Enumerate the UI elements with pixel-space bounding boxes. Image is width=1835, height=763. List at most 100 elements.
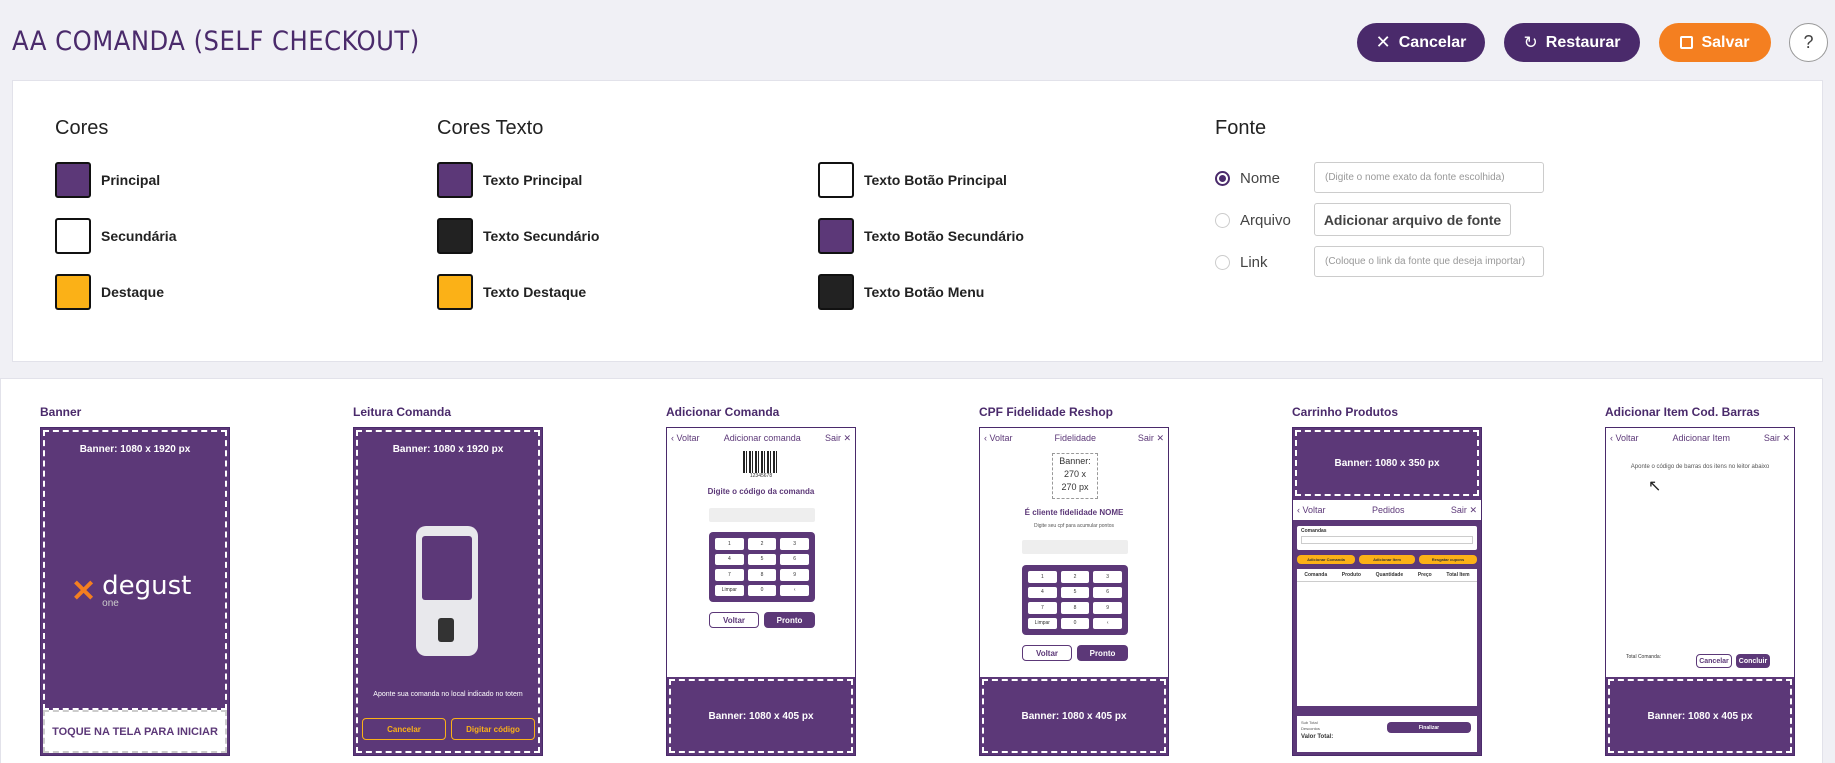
font-option-arquivo[interactable]: Arquivo <box>1215 212 1291 229</box>
prompt-text: Digite o código da comanda <box>707 487 815 496</box>
radio-label: Arquivo <box>1240 212 1291 229</box>
degust-logo: ✕ degust one <box>71 573 191 609</box>
font-option-link[interactable]: Link <box>1215 254 1268 271</box>
color-swatch[interactable] <box>55 274 91 310</box>
color-destaque[interactable]: Destaque <box>55 274 164 310</box>
logo-text: degust <box>102 571 192 601</box>
back-link[interactable]: ‹ Voltar <box>1610 433 1639 443</box>
back-button[interactable]: Voltar <box>709 612 759 628</box>
color-label: Destaque <box>101 284 165 300</box>
text-color-btn-principal[interactable]: Texto Botão Principal <box>818 162 1007 198</box>
screen-title: Fidelidade <box>1054 433 1096 443</box>
preview-banner[interactable]: Banner: 1080 x 1920 px ✕ degust one TOQU… <box>40 427 230 756</box>
color-swatch[interactable] <box>437 274 473 310</box>
save-button-label: Salvar <box>1701 33 1750 51</box>
banner-size-text: Banner: 1080 x 1920 px <box>392 444 504 455</box>
back-button[interactable]: Voltar <box>1022 645 1072 661</box>
radio-button[interactable] <box>1215 255 1230 270</box>
kiosk-screen <box>422 536 472 600</box>
preview-codbarras[interactable]: ‹ Voltar Adicionar Item Sair ✕ Aponte o … <box>1605 427 1795 756</box>
text-colors-title: Cores Texto <box>437 117 544 139</box>
banner-size-text: Banner: 1080 x 405 px <box>1021 710 1127 722</box>
add-item-button[interactable]: Adicionar Item <box>1359 555 1415 564</box>
font-link-input[interactable]: (Coloque o link da fonte que deseja impo… <box>1314 246 1544 277</box>
logo-mark-icon: ✕ <box>71 574 97 608</box>
col-header: Comanda <box>1304 572 1328 578</box>
preview-label-cpf: CPF Fidelidade Reshop <box>979 405 1114 419</box>
refresh-icon: ↻ <box>1523 32 1538 52</box>
add-comanda-button[interactable]: Adicionar Comanda <box>1297 555 1355 564</box>
cancel-button[interactable]: Cancelar <box>1696 654 1732 668</box>
finish-button[interactable]: Finalizar <box>1387 722 1471 733</box>
ready-button[interactable]: Pronto <box>1077 645 1128 661</box>
screen-header: ‹ Voltar Adicionar comanda Sair ✕ <box>667 428 855 448</box>
exit-link[interactable]: Sair ✕ <box>1451 505 1477 516</box>
barcode-number: 12345678 <box>749 473 773 479</box>
color-swatch[interactable] <box>55 162 91 198</box>
back-link[interactable]: ‹ Voltar <box>1297 505 1326 515</box>
preview-label-leitura: Leitura Comanda <box>353 405 452 419</box>
numpad[interactable]: 1 2 3 4 5 6 7 8 9 Limpar 0 ‹ <box>709 532 815 602</box>
numpad[interactable]: 1 2 3 4 5 6 7 8 9 Limpar 0 ‹ <box>1022 565 1128 635</box>
color-swatch[interactable] <box>818 218 854 254</box>
add-font-file-button[interactable]: Adicionar arquivo de fonte <box>1314 203 1511 236</box>
cancel-button[interactable]: Cancelar <box>362 718 446 740</box>
exit-link[interactable]: Sair ✕ <box>1138 433 1164 444</box>
color-swatch[interactable] <box>818 162 854 198</box>
preview-label-codbarras: Adicionar Item Cod. Barras <box>1605 405 1760 419</box>
font-option-nome[interactable]: Nome <box>1215 170 1280 187</box>
back-link[interactable]: ‹ Voltar <box>984 433 1013 443</box>
color-principal[interactable]: Principal <box>55 162 160 198</box>
text-color-principal[interactable]: Texto Principal <box>437 162 582 198</box>
preview-adicionar-comanda[interactable]: ‹ Voltar Adicionar comanda Sair ✕ 123456… <box>666 427 856 756</box>
comandas-scroll[interactable] <box>1301 536 1473 544</box>
text-color-btn-secundario[interactable]: Texto Botão Secundário <box>818 218 1024 254</box>
ready-button[interactable]: Pronto <box>764 612 815 628</box>
font-name-input[interactable]: (Digite o nome exato da fonte escolhida) <box>1314 162 1544 193</box>
redeem-button[interactable]: Resgatar cupons <box>1419 555 1477 564</box>
totals-box: Sub Total Descontos Valor Total: Finaliz… <box>1297 716 1477 752</box>
loyalty-question: É cliente fidelidade NOME <box>1024 508 1124 517</box>
color-swatch[interactable] <box>55 218 91 254</box>
start-touch-bar: TOQUE NA TELA PARA INICIAR <box>43 710 227 753</box>
comandas-box: Comandas <box>1297 526 1477 550</box>
color-secundaria[interactable]: Secundária <box>55 218 176 254</box>
radio-button[interactable] <box>1215 213 1230 228</box>
preview-carrinho-produtos[interactable]: Banner: 1080 x 350 px ‹ Voltar Pedidos S… <box>1292 427 1482 756</box>
banner-bottom: Banner: 1080 x 405 px <box>980 677 1168 755</box>
start-touch-text: TOQUE NA TELA PARA INICIAR <box>52 725 218 738</box>
font-title: Fonte <box>1215 117 1267 139</box>
color-swatch[interactable] <box>818 274 854 310</box>
color-label: Texto Botão Principal <box>864 172 1007 188</box>
cancel-button[interactable]: ✕ Cancelar <box>1357 23 1485 62</box>
type-code-button[interactable]: Digitar código <box>451 718 535 740</box>
text-color-btn-menu[interactable]: Texto Botão Menu <box>818 274 984 310</box>
exit-link[interactable]: Sair ✕ <box>1764 433 1790 444</box>
col-header: Preço <box>1417 572 1432 578</box>
code-input[interactable] <box>709 508 815 522</box>
comandas-label: Comandas <box>1301 528 1327 534</box>
restore-button[interactable]: ↻ Restaurar <box>1504 23 1640 62</box>
barcode-icon <box>743 451 779 473</box>
banner-bottom: Banner: 1080 x 405 px <box>1606 677 1794 755</box>
preview-label-carrinho: Carrinho Produtos <box>1292 405 1399 419</box>
back-link[interactable]: ‹ Voltar <box>671 433 700 443</box>
save-button[interactable]: Salvar <box>1659 23 1771 62</box>
radio-button[interactable] <box>1215 171 1230 186</box>
preview-cpf-fidelidade[interactable]: ‹ Voltar Fidelidade Sair ✕ Banner: 270 x… <box>979 427 1169 756</box>
color-label: Secundária <box>101 228 177 244</box>
cpf-input[interactable] <box>1022 540 1128 554</box>
exit-link[interactable]: Sair ✕ <box>825 433 851 444</box>
conclude-button[interactable]: Concluir <box>1736 654 1770 668</box>
banner-size-text: Banner: 1080 x 350 px <box>1334 457 1440 469</box>
color-swatch[interactable] <box>437 162 473 198</box>
cpf-hint: Digite seu cpf para acumular pontos <box>1033 523 1115 529</box>
preview-leitura-comanda[interactable]: Banner: 1080 x 1920 px Aponte sua comand… <box>353 427 543 756</box>
total-label: Valor Total: <box>1301 734 1334 740</box>
banner-area: Banner: 1080 x 405 px <box>1608 679 1792 753</box>
text-color-destaque[interactable]: Texto Destaque <box>437 274 586 310</box>
color-swatch[interactable] <box>437 218 473 254</box>
color-label: Texto Principal <box>483 172 583 188</box>
text-color-secundario[interactable]: Texto Secundário <box>437 218 599 254</box>
help-button[interactable]: ? <box>1789 23 1828 62</box>
